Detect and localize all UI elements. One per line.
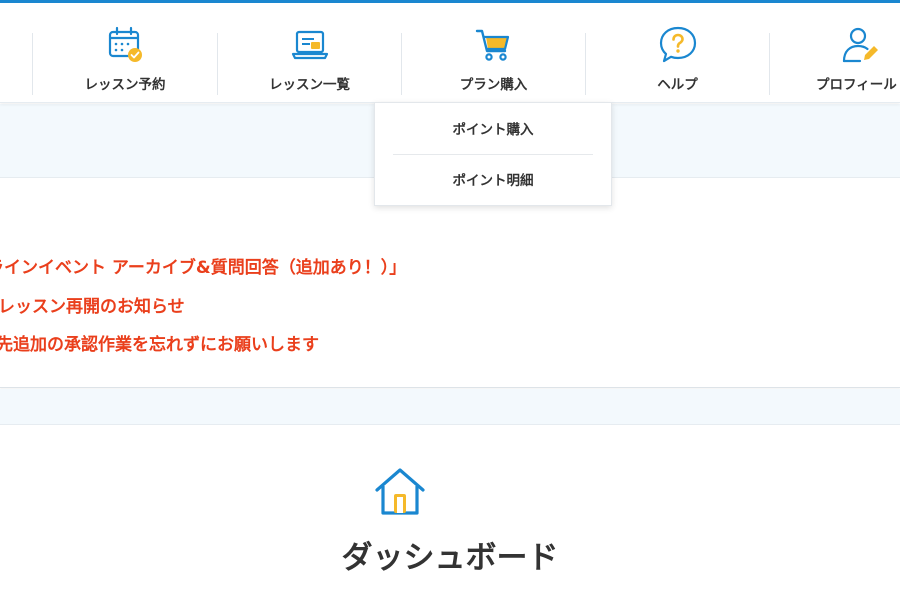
nav-item-lesson-booking[interactable]: レッスン予約: [33, 3, 217, 103]
nav-item-label: プロフィール: [816, 77, 897, 93]
calendar-check-icon: [103, 23, 147, 67]
nav-item-help[interactable]: ヘルプ: [586, 3, 769, 103]
dropdown-item-point-history[interactable]: ポイント明細: [375, 156, 611, 206]
home-icon: [372, 466, 428, 518]
user-edit-icon: [838, 23, 882, 67]
dropdown-divider: [393, 154, 593, 155]
page-title: ダッシュボード: [341, 540, 559, 576]
dropdown-item-point-purchase[interactable]: ポイント購入: [375, 105, 611, 155]
shopping-cart-icon: [472, 23, 516, 67]
nav-item-label: レッスン一覧: [269, 77, 350, 93]
nav-item-label: ヘルプ: [657, 77, 698, 93]
news-item[interactable]: レッスン再開のお知らせ: [0, 292, 185, 317]
nav-item-plan-purchase[interactable]: プラン購入: [402, 3, 585, 103]
laptop-icon: [288, 23, 332, 67]
nav-item-profile[interactable]: プロフィール: [770, 3, 900, 103]
news-panel: ンラインイベント アーカイブ&質問回答（追加あり！）」 レッスン再開のお知らせ …: [0, 178, 900, 388]
nav-item-lesson-list[interactable]: レッスン一覧: [218, 3, 401, 103]
news-item[interactable]: ンラインイベント アーカイブ&質問回答（追加あり！）」: [0, 253, 406, 278]
nav-item-label: プラン購入: [459, 77, 528, 93]
help-bubble-icon: [656, 23, 700, 67]
news-item[interactable]: 先追加の承認作業を忘れずにお願いします: [0, 330, 319, 355]
top-navigation: レッスン予約 レッスン一覧 プラン購入 ヘルプ プロフィール: [0, 3, 900, 103]
nav-item-label: レッスン予約: [84, 77, 166, 93]
plan-purchase-dropdown: ポイント購入 ポイント明細: [374, 102, 612, 206]
section-band: [0, 389, 900, 425]
